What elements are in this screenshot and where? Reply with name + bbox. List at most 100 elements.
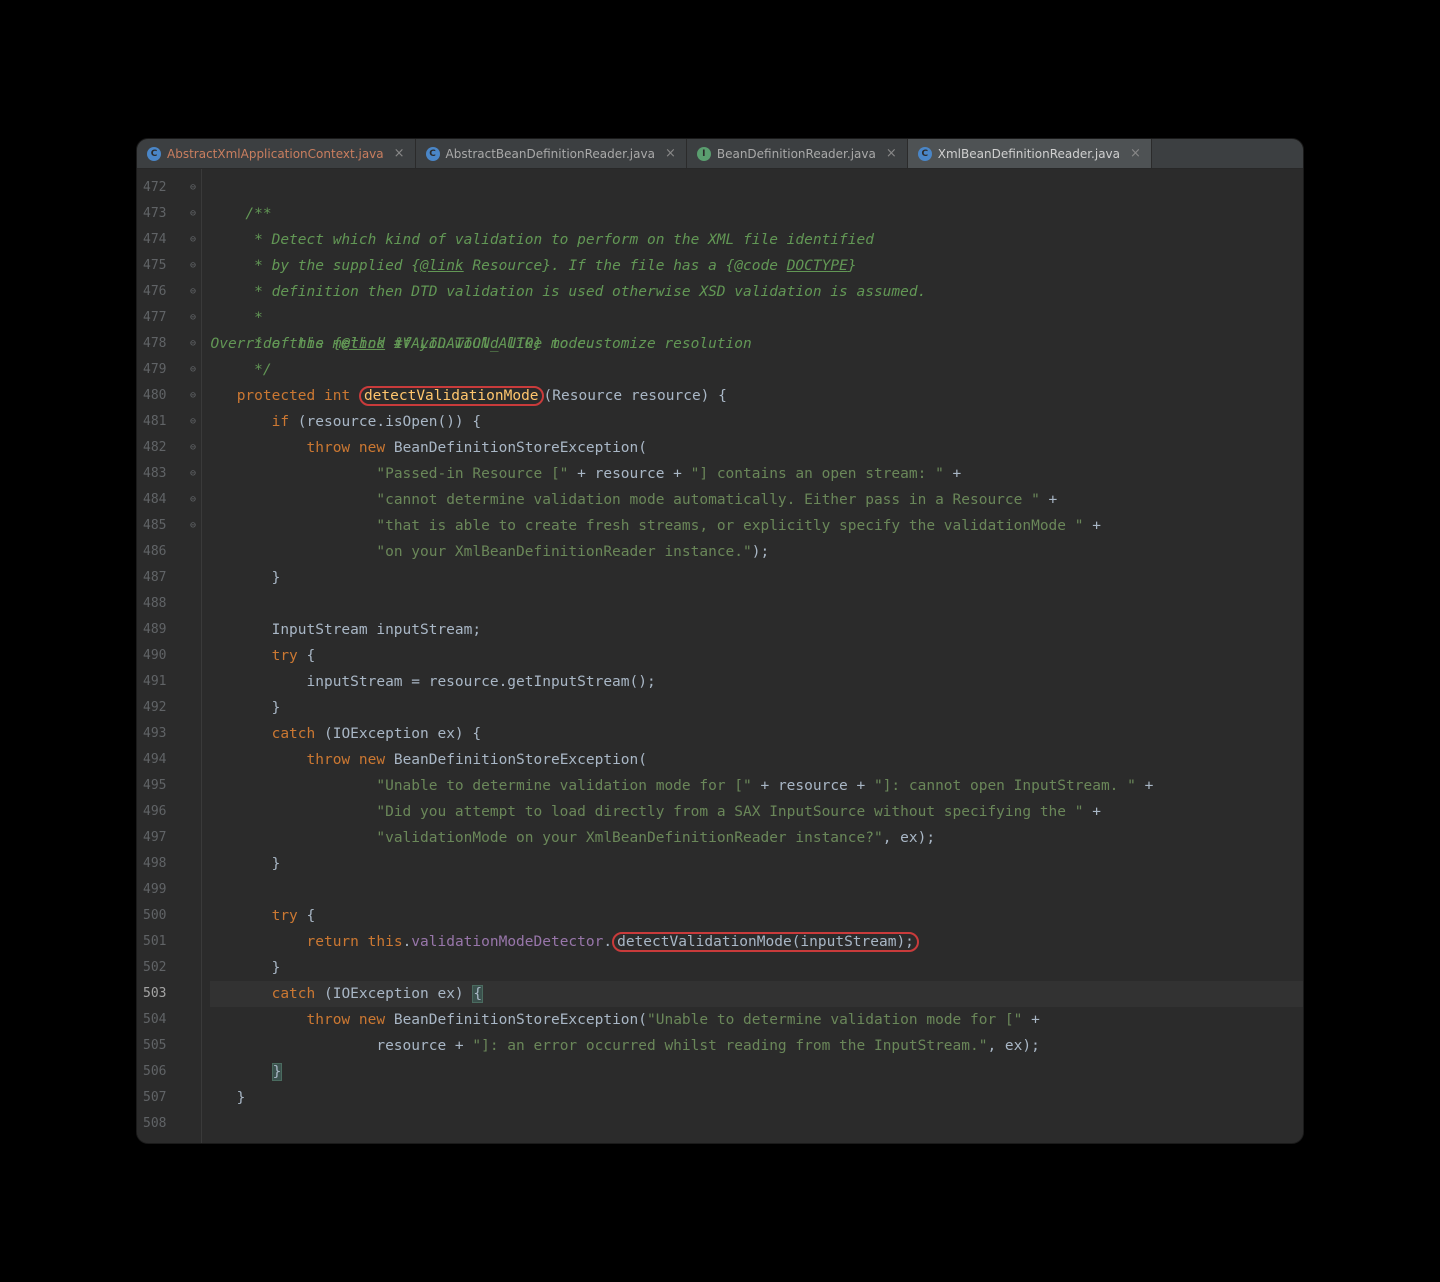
tab-1[interactable]: C AbstractBeanDefinitionReader.java × [416,139,687,168]
code-line[interactable] [210,175,1303,201]
code-line[interactable]: if (resource.isOpen()) { [210,409,1303,435]
line-number: 487 [143,565,166,591]
fold-marker[interactable]: ⊖ [184,305,201,331]
fold-marker[interactable]: ⊖ [184,201,201,227]
code-line[interactable]: * of the {@link #VALIDATION_AUTO} mode. [210,331,1303,357]
code-line[interactable]: try { [210,903,1303,929]
code-line[interactable]: "on your XmlBeanDefinitionReader instanc… [210,539,1303,565]
close-icon[interactable]: × [1130,146,1141,161]
line-number: 475 [143,253,166,279]
line-number: 499 [143,877,166,903]
code-area[interactable]: /** * Detect which kind of validation to… [202,169,1303,1143]
line-number: 478 [143,331,166,357]
code-line[interactable]: protected int detectValidationMode(Resou… [210,383,1303,409]
line-number: 481 [143,409,166,435]
line-number: 495 [143,773,166,799]
fold-marker[interactable]: ⊖ [184,227,201,253]
line-number: 492 [143,695,166,721]
line-number: 477 [143,305,166,331]
code-line[interactable]: "Unable to determine validation mode for… [210,773,1303,799]
code-line[interactable]: "that is able to create fresh streams, o… [210,513,1303,539]
code-line[interactable]: throw new BeanDefinitionStoreException( [210,435,1303,461]
line-number-gutter: 4724734744754764774784794804814824834844… [137,169,184,1143]
line-number: 473 [143,201,166,227]
code-line[interactable]: } [210,1085,1303,1111]
line-number: 485 [143,513,166,539]
line-number: 503 [143,981,166,1007]
tab-label: AbstractBeanDefinitionReader.java [446,147,655,161]
code-line[interactable]: "validationMode on your XmlBeanDefinitio… [210,825,1303,851]
code-line[interactable] [210,1111,1303,1137]
code-line[interactable]: } [210,1059,1303,1085]
line-number: 493 [143,721,166,747]
close-icon[interactable]: × [886,146,897,161]
line-number: 472 [143,175,166,201]
code-line[interactable]: "Passed-in Resource [" + resource + "] c… [210,461,1303,487]
line-number: 483 [143,461,166,487]
line-number: 508 [143,1111,166,1137]
code-line[interactable]: inputStream = resource.getInputStream(); [210,669,1303,695]
line-number: 480 [143,383,166,409]
line-number: 491 [143,669,166,695]
fold-marker[interactable]: ⊖ [184,461,201,487]
code-line[interactable]: * by the supplied {@link Resource}. If t… [210,253,1303,279]
code-line[interactable]: resource + "]: an error occurred whilst … [210,1033,1303,1059]
fold-marker[interactable]: ⊖ [184,487,201,513]
code-line[interactable]: } [210,851,1303,877]
line-number: 506 [143,1059,166,1085]
fold-gutter: ⊖⊖⊖⊖⊖⊖⊖⊖⊖⊖⊖⊖⊖⊖ [184,169,202,1143]
code-line[interactable]: return this.validationModeDetector.detec… [210,929,1303,955]
tab-label: XmlBeanDefinitionReader.java [938,147,1120,161]
code-line[interactable]: } [210,695,1303,721]
tab-0[interactable]: C AbstractXmlApplicationContext.java × [137,139,416,168]
close-icon[interactable]: × [665,146,676,161]
fold-marker[interactable]: ⊖ [184,357,201,383]
class-icon: C [918,147,932,161]
line-number: 500 [143,903,166,929]
code-line[interactable]: catch (IOException ex) { [210,981,1303,1007]
fold-marker[interactable]: ⊖ [184,279,201,305]
tab-bar: C AbstractXmlApplicationContext.java × C Abs… [137,139,1303,169]
line-number: 486 [143,539,166,565]
class-icon: C [147,147,161,161]
tab-label: BeanDefinitionReader.java [717,147,876,161]
fold-marker[interactable]: ⊖ [184,513,201,539]
line-number: 504 [143,1007,166,1033]
close-icon[interactable]: × [394,146,405,161]
code-line[interactable]: /** [210,201,1303,227]
editor-body: 4724734744754764774784794804814824834844… [137,169,1303,1143]
fold-marker[interactable]: ⊖ [184,253,201,279]
code-line[interactable]: InputStream inputStream; [210,617,1303,643]
code-line[interactable]: */ [210,357,1303,383]
line-number: 494 [143,747,166,773]
code-line[interactable]: } [210,955,1303,981]
code-line[interactable]: throw new BeanDefinitionStoreException("… [210,1007,1303,1033]
class-icon: C [426,147,440,161]
fold-marker[interactable]: ⊖ [184,435,201,461]
line-number: 479 [143,357,166,383]
fold-marker[interactable]: ⊖ [184,175,201,201]
code-line[interactable]: * definition then DTD validation is used… [210,279,1303,305]
line-number: 482 [143,435,166,461]
fold-marker[interactable]: ⊖ [184,331,201,357]
code-line[interactable]: throw new BeanDefinitionStoreException( [210,747,1303,773]
line-number: 497 [143,825,166,851]
code-line[interactable]: "cannot determine validation mode automa… [210,487,1303,513]
tab-2[interactable]: I BeanDefinitionReader.java × [687,139,908,168]
code-line[interactable] [210,877,1303,903]
code-line[interactable]: catch (IOException ex) { [210,721,1303,747]
fold-marker[interactable]: ⊖ [184,409,201,435]
tab-label: AbstractXmlApplicationContext.java [167,147,384,161]
fold-marker[interactable]: ⊖ [184,383,201,409]
line-number: 496 [143,799,166,825]
line-number: 476 [143,279,166,305]
code-line[interactable]: } [210,565,1303,591]
code-line[interactable]: "Did you attempt to load directly from a… [210,799,1303,825]
code-line[interactable]: * Override this method if you would like… [210,305,1303,331]
code-line[interactable]: try { [210,643,1303,669]
code-line[interactable] [210,591,1303,617]
tab-3[interactable]: C XmlBeanDefinitionReader.java × [908,139,1152,168]
interface-icon: I [697,147,711,161]
editor-window: C AbstractXmlApplicationContext.java × C Abs… [136,138,1304,1144]
code-line[interactable]: * Detect which kind of validation to per… [210,227,1303,253]
